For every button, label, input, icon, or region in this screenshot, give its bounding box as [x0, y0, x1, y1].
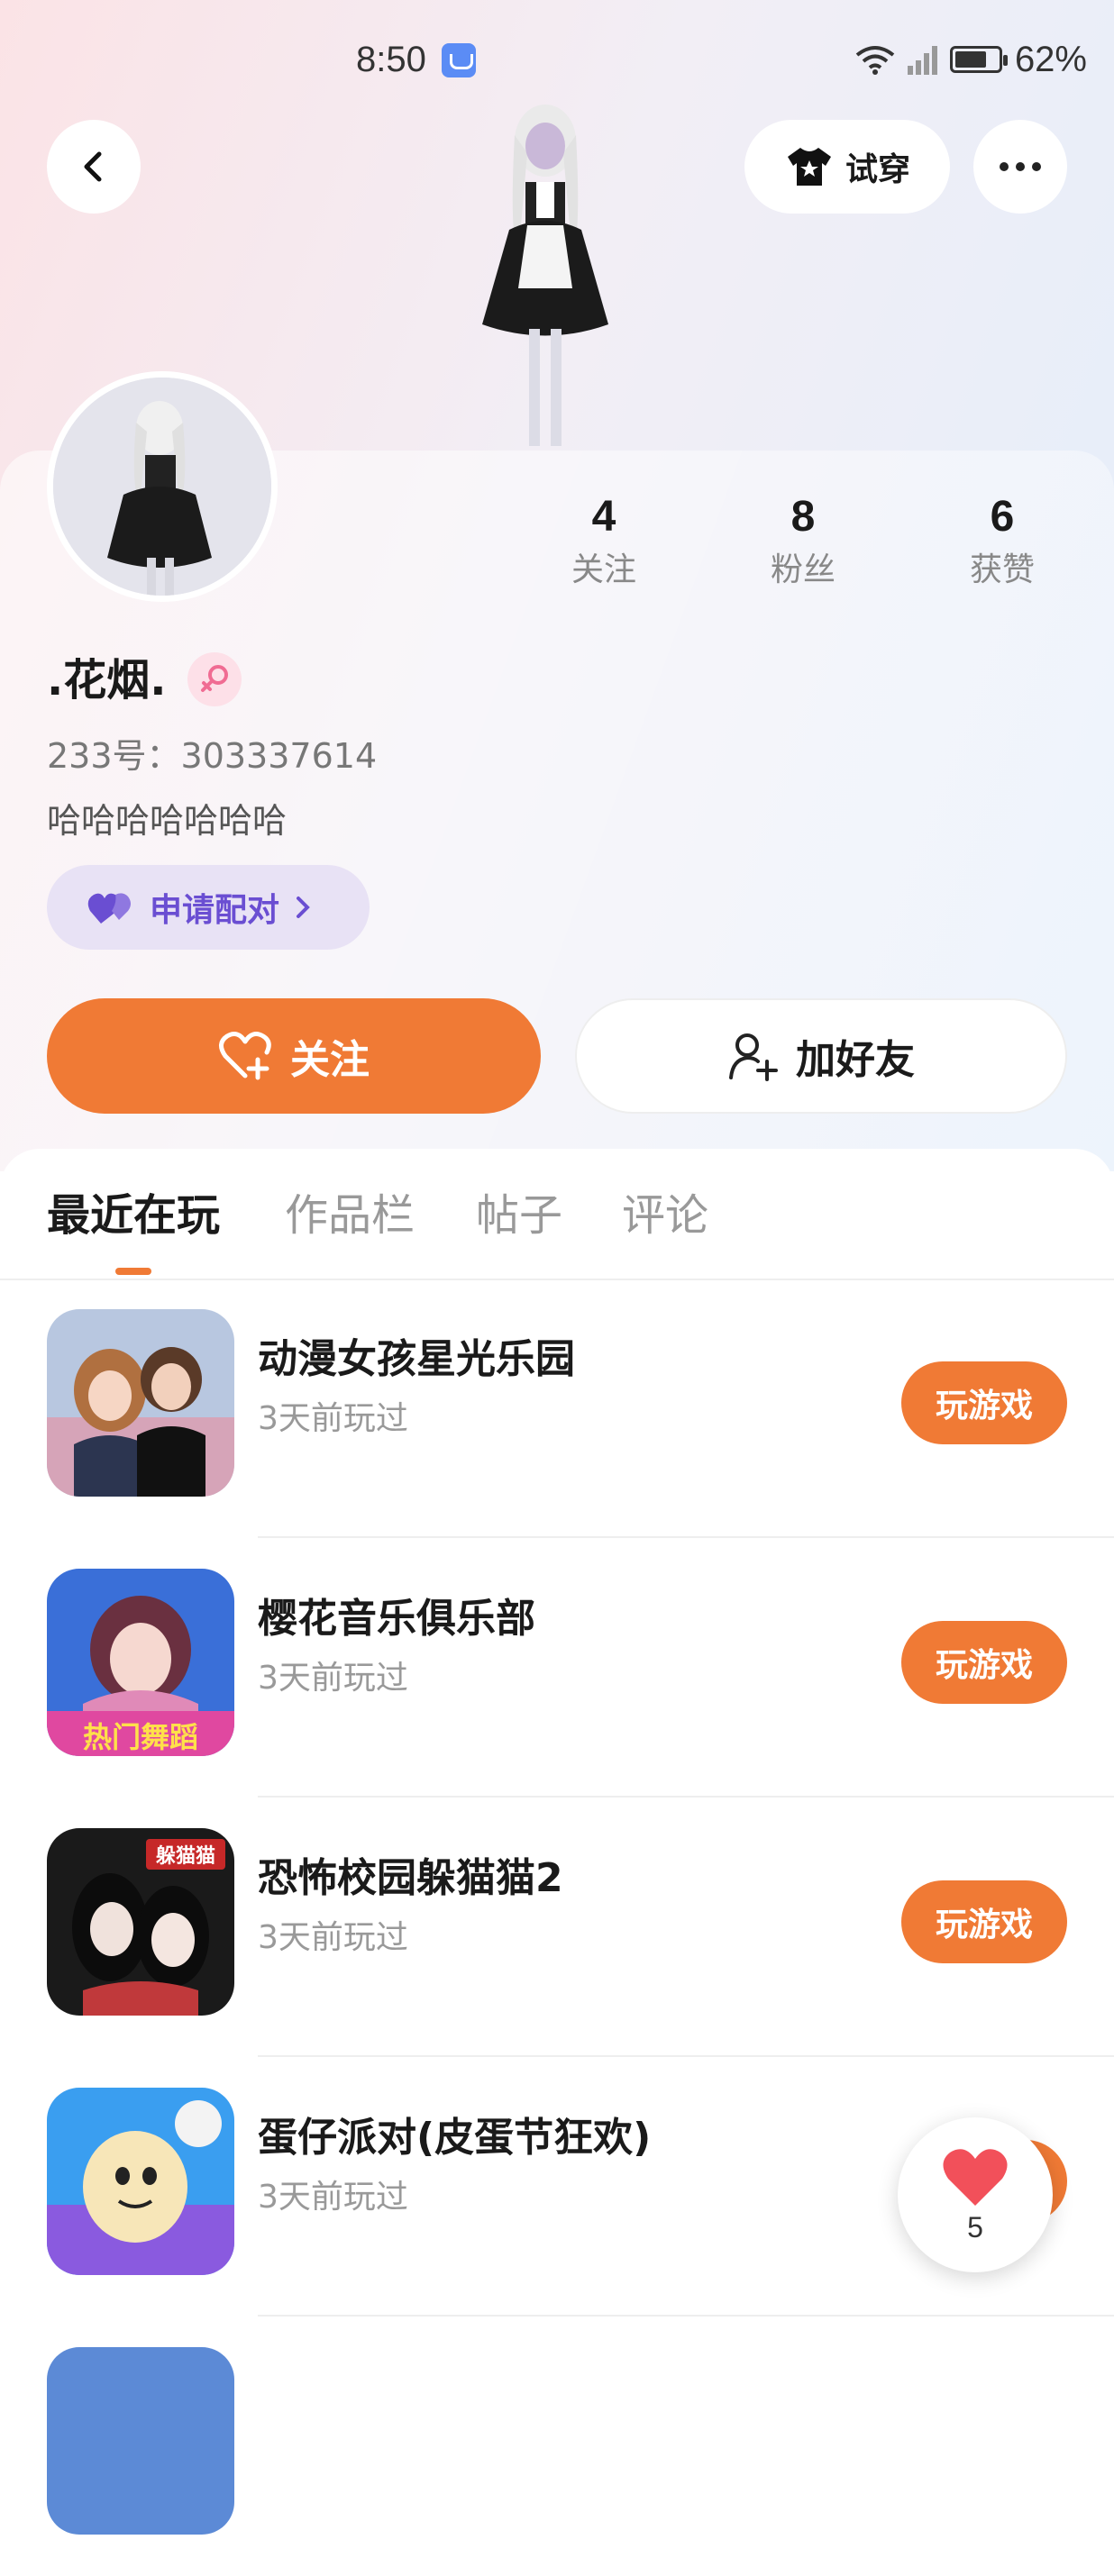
game-last-played: 3天前玩过 — [258, 2179, 408, 2216]
game-title: 樱花音乐俱乐部 — [258, 1596, 535, 1642]
signal-icon — [907, 44, 937, 75]
stat-label: 粉丝 — [770, 551, 836, 588]
avatar[interactable] — [47, 371, 278, 602]
game-icon-horror-school: 躲猫猫 — [47, 1828, 234, 2016]
game-list-item[interactable]: 热门舞蹈 樱花音乐俱乐部 3天前玩过 玩游戏 — [0, 1538, 1114, 1798]
back-button[interactable] — [47, 120, 141, 214]
stat-label: 获赞 — [969, 551, 1035, 588]
game-list-item[interactable]: 躲猫猫 恐怖校园躲猫猫2 3天前玩过 玩游戏 — [0, 1798, 1114, 2057]
follow-button[interactable]: 关注 — [47, 998, 541, 1114]
character-figure-image — [482, 105, 608, 446]
app-notification-icon — [442, 43, 476, 77]
heart-pair-icon — [87, 893, 131, 924]
tab-comments[interactable]: 评论 — [622, 1187, 708, 1244]
chevron-right-icon — [297, 897, 310, 918]
game-list-item[interactable]: 动漫女孩星光乐园 3天前玩过 玩游戏 — [0, 1279, 1114, 1538]
like-button[interactable]: 5 — [898, 2117, 1053, 2272]
request-pair-label: 申请配对 — [150, 892, 280, 929]
game-last-played: 3天前玩过 — [258, 1660, 408, 1697]
like-count: 5 — [967, 2210, 983, 2244]
play-game-button[interactable]: 玩游戏 — [901, 1361, 1067, 1444]
stat-following[interactable]: 4 关注 — [541, 487, 667, 593]
game-last-played: 3天前玩过 — [258, 1400, 408, 1437]
stat-followers[interactable]: 8 粉丝 — [740, 487, 866, 593]
status-time: 8:50 — [356, 40, 426, 79]
game-icon-eggy-party — [47, 2088, 234, 2275]
tab-works[interactable]: 作品栏 — [285, 1187, 415, 1244]
user-bio: 哈哈哈哈哈哈哈 — [47, 801, 288, 841]
add-friend-label: 加好友 — [796, 1037, 915, 1083]
profile-stats: 4 关注 8 粉丝 6 获赞 — [541, 487, 1100, 604]
follow-label: 关注 — [290, 1037, 370, 1083]
game-list-item[interactable] — [0, 2317, 1114, 2576]
game-icon-partial — [47, 2347, 234, 2535]
shirt-icon — [787, 148, 831, 186]
try-on-button[interactable]: 试穿 — [744, 120, 950, 214]
add-user-icon — [729, 1033, 778, 1081]
request-pair-button[interactable]: 申请配对 — [47, 865, 370, 950]
profile-tabs: 最近在玩 作品栏 帖子 评论 — [0, 1149, 1114, 1280]
female-gender-icon — [187, 652, 242, 706]
game-last-played: 3天前玩过 — [258, 1919, 408, 1956]
game-title: 恐怖校园躲猫猫2 — [258, 1855, 563, 1901]
active-tab-indicator — [115, 1268, 151, 1275]
stat-value: 8 — [790, 493, 816, 541]
username: .花烟. — [47, 655, 167, 705]
avatar-image — [53, 378, 271, 596]
stat-label: 关注 — [571, 551, 636, 588]
game-icon-label: 热门舞蹈 — [83, 1720, 198, 1754]
game-icon-label: 躲猫猫 — [156, 1844, 215, 1868]
battery-percent: 62% — [1014, 39, 1087, 79]
user-id: 233号：303337614 — [47, 736, 378, 776]
chevron-left-icon — [84, 151, 102, 182]
battery-icon — [949, 46, 1008, 73]
more-dot-icon — [1000, 162, 1009, 171]
play-game-button[interactable]: 玩游戏 — [901, 1880, 1067, 1963]
add-friend-button[interactable]: 加好友 — [575, 998, 1067, 1114]
game-icon-sakura-music: 热门舞蹈 — [47, 1569, 234, 1756]
tab-posts[interactable]: 帖子 — [476, 1187, 562, 1244]
try-on-label: 试穿 — [845, 151, 910, 188]
play-game-button[interactable]: 玩游戏 — [901, 1621, 1067, 1704]
heart-plus-icon — [219, 1032, 271, 1080]
stat-value: 4 — [591, 493, 616, 541]
more-button[interactable] — [973, 120, 1067, 214]
game-title: 动漫女孩星光乐园 — [258, 1336, 575, 1382]
game-title: 蛋仔派对(皮蛋节狂欢) — [258, 2115, 652, 2161]
stat-likes[interactable]: 6 获赞 — [939, 487, 1065, 593]
stat-value: 6 — [990, 493, 1015, 541]
tab-recently-played[interactable]: 最近在玩 — [47, 1187, 220, 1244]
wifi-icon — [855, 46, 895, 75]
heart-icon — [943, 2148, 1008, 2206]
game-icon-anime-girl — [47, 1309, 234, 1497]
